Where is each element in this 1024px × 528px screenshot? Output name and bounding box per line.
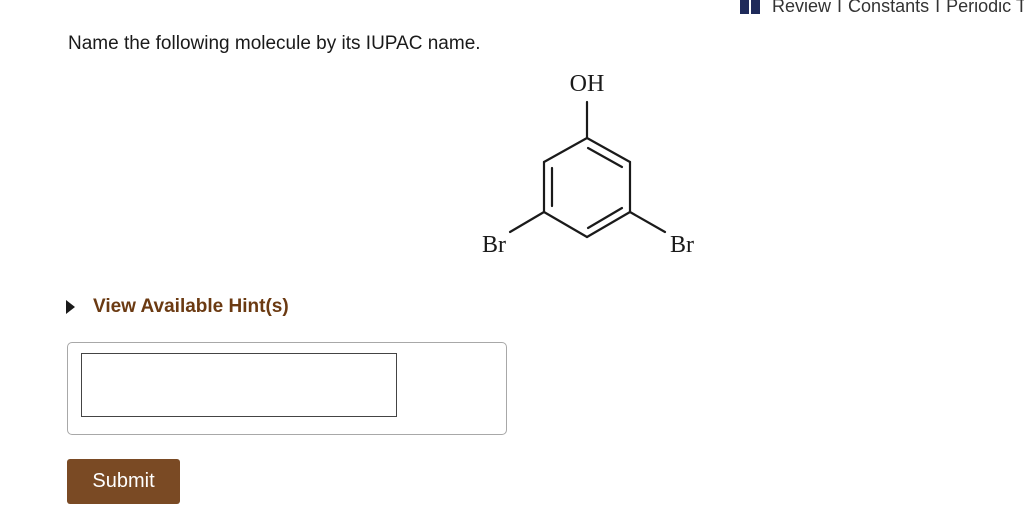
triangle-right-icon — [66, 300, 75, 314]
label-oh: OH — [570, 71, 605, 97]
link-separator: I — [837, 0, 843, 16]
view-hints-toggle[interactable]: View Available Hint(s) — [66, 296, 289, 318]
link-separator: I — [935, 0, 941, 16]
double-bond — [586, 206, 624, 230]
view-hints-label: View Available Hint(s) — [93, 296, 289, 317]
submit-button[interactable]: Submit — [67, 459, 180, 504]
bond-br-right — [628, 210, 667, 234]
book-icon — [740, 0, 760, 14]
constants-link[interactable]: Constants — [848, 0, 929, 17]
answer-container — [67, 342, 507, 435]
periodic-table-link[interactable]: Periodic Table — [946, 0, 1024, 17]
bond-br-left — [508, 210, 546, 234]
question-prompt: Name the following molecule by its IUPAC… — [68, 33, 481, 54]
answer-input[interactable] — [81, 353, 397, 417]
label-br-right: Br — [670, 232, 694, 258]
resource-links: Review I Constants I Periodic Table — [740, 0, 1024, 17]
ring-bond — [542, 136, 589, 164]
ring-bond — [542, 210, 589, 239]
review-link[interactable]: Review — [772, 0, 831, 17]
molecule-structure: OH Br Br — [482, 71, 694, 258]
label-br-left: Br — [482, 232, 506, 258]
double-bond — [586, 146, 624, 169]
